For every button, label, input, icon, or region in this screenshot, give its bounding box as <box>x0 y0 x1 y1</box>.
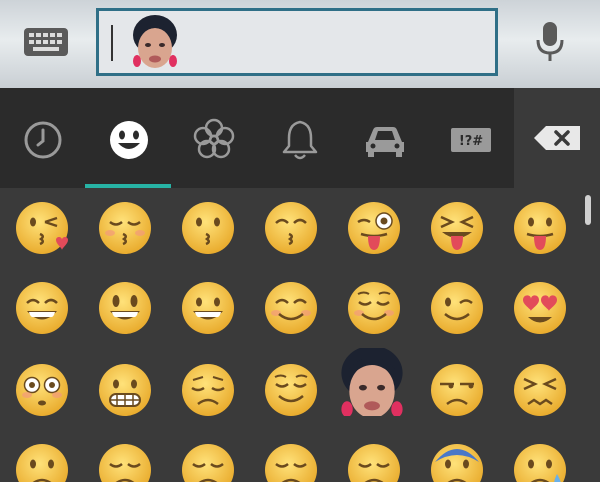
emoji-key-kissing-closed-eyes[interactable] <box>95 198 155 258</box>
unamused-icon <box>431 364 483 416</box>
tab-symbols[interactable]: !?# <box>443 112 499 168</box>
emoji-key-confounded[interactable] <box>510 360 570 420</box>
kissing-closed-eyes-icon <box>99 202 151 254</box>
sad-icon <box>182 444 234 482</box>
emoji-key-wink[interactable] <box>427 278 487 338</box>
stuck-out-tongue-winking-eye-icon <box>348 202 400 254</box>
grid-scrollbar[interactable] <box>585 195 591 225</box>
confounded-icon <box>514 364 566 416</box>
flower-icon <box>193 118 235 159</box>
relieved-icon <box>265 364 317 416</box>
kissing-heart-icon <box>16 202 68 254</box>
emoji-key-pensive[interactable] <box>178 360 238 420</box>
emoji-category-bar: !?# <box>0 88 514 188</box>
emoji-key-kissing-heart[interactable] <box>12 198 72 258</box>
emoji-key-stuck-out-tongue-closed-eyes[interactable] <box>427 198 487 258</box>
input-bar <box>0 0 600 88</box>
emoji-key-stuck-out-tongue-winking-eye[interactable] <box>344 198 404 258</box>
stuck-out-tongue-closed-eyes-icon <box>431 202 483 254</box>
heart-eyes-icon <box>514 282 566 334</box>
sticker-face-icon <box>341 345 403 419</box>
keyboard-icon <box>24 28 68 56</box>
microphone-icon <box>536 22 564 61</box>
emoji-key-sticker-face[interactable] <box>338 345 406 419</box>
emoji-key-sweat[interactable] <box>510 440 570 482</box>
stuck-out-tongue-icon <box>514 202 566 254</box>
grinning-icon <box>182 282 234 334</box>
emoji-key-unamused[interactable] <box>427 360 487 420</box>
tab-objects[interactable] <box>272 112 328 168</box>
symbols-icon: !?# <box>451 128 491 152</box>
relaxed-icon <box>348 282 400 334</box>
kissing-icon <box>182 202 234 254</box>
bell-icon <box>282 120 318 160</box>
message-input[interactable] <box>96 8 498 76</box>
blush-icon <box>265 282 317 334</box>
kissing-smiling-eyes-icon <box>265 202 317 254</box>
flushed-icon <box>16 364 68 416</box>
tab-places[interactable] <box>357 112 413 168</box>
pensive-icon <box>182 364 234 416</box>
emoji-key-blush[interactable] <box>261 278 321 338</box>
emoji-key-sad[interactable] <box>344 440 404 482</box>
emoji-key-smiley[interactable] <box>95 278 155 338</box>
smiley-icon <box>99 282 151 334</box>
car-icon <box>366 127 404 157</box>
emoji-key-sad[interactable] <box>261 440 321 482</box>
cold-sweat-icon <box>431 444 483 482</box>
tab-smileys[interactable] <box>101 112 157 168</box>
emoji-key-grinning[interactable] <box>178 278 238 338</box>
emoji-key-kissing-smiling-eyes[interactable] <box>261 198 321 258</box>
disappointed-icon <box>16 444 68 482</box>
backspace-icon <box>534 126 580 150</box>
emoji-key-heart-eyes[interactable] <box>510 278 570 338</box>
emoji-key-grimacing[interactable] <box>95 360 155 420</box>
sad-icon <box>99 444 151 482</box>
emoji-key-sad[interactable] <box>178 440 238 482</box>
tab-nature[interactable] <box>186 112 242 168</box>
text-caret <box>111 25 113 61</box>
emoji-key-cold-sweat[interactable] <box>427 440 487 482</box>
clock-icon <box>24 121 62 159</box>
emoji-key-disappointed[interactable] <box>12 440 72 482</box>
tab-recent[interactable] <box>15 112 71 168</box>
smiley-icon <box>110 121 148 159</box>
emoji-grid <box>0 188 600 482</box>
emoji-key-kissing[interactable] <box>178 198 238 258</box>
emoji-key-relaxed[interactable] <box>344 278 404 338</box>
sad-icon <box>265 444 317 482</box>
emoji-key-stuck-out-tongue[interactable] <box>510 198 570 258</box>
emoji-key-sad[interactable] <box>95 440 155 482</box>
voice-input-button[interactable] <box>530 20 570 64</box>
svg-text:!?#: !?# <box>459 134 483 149</box>
grin-icon <box>16 282 68 334</box>
backspace-button[interactable] <box>514 88 600 188</box>
emoji-key-relieved[interactable] <box>261 360 321 420</box>
emoji-key-flushed[interactable] <box>12 360 72 420</box>
grimacing-icon <box>99 364 151 416</box>
sad-icon <box>348 444 400 482</box>
sweat-icon <box>514 444 566 482</box>
wink-icon <box>431 282 483 334</box>
emoji-key-grin[interactable] <box>12 278 72 338</box>
keyboard-switch-button[interactable] <box>22 26 70 58</box>
sticker-face-icon <box>133 15 177 68</box>
